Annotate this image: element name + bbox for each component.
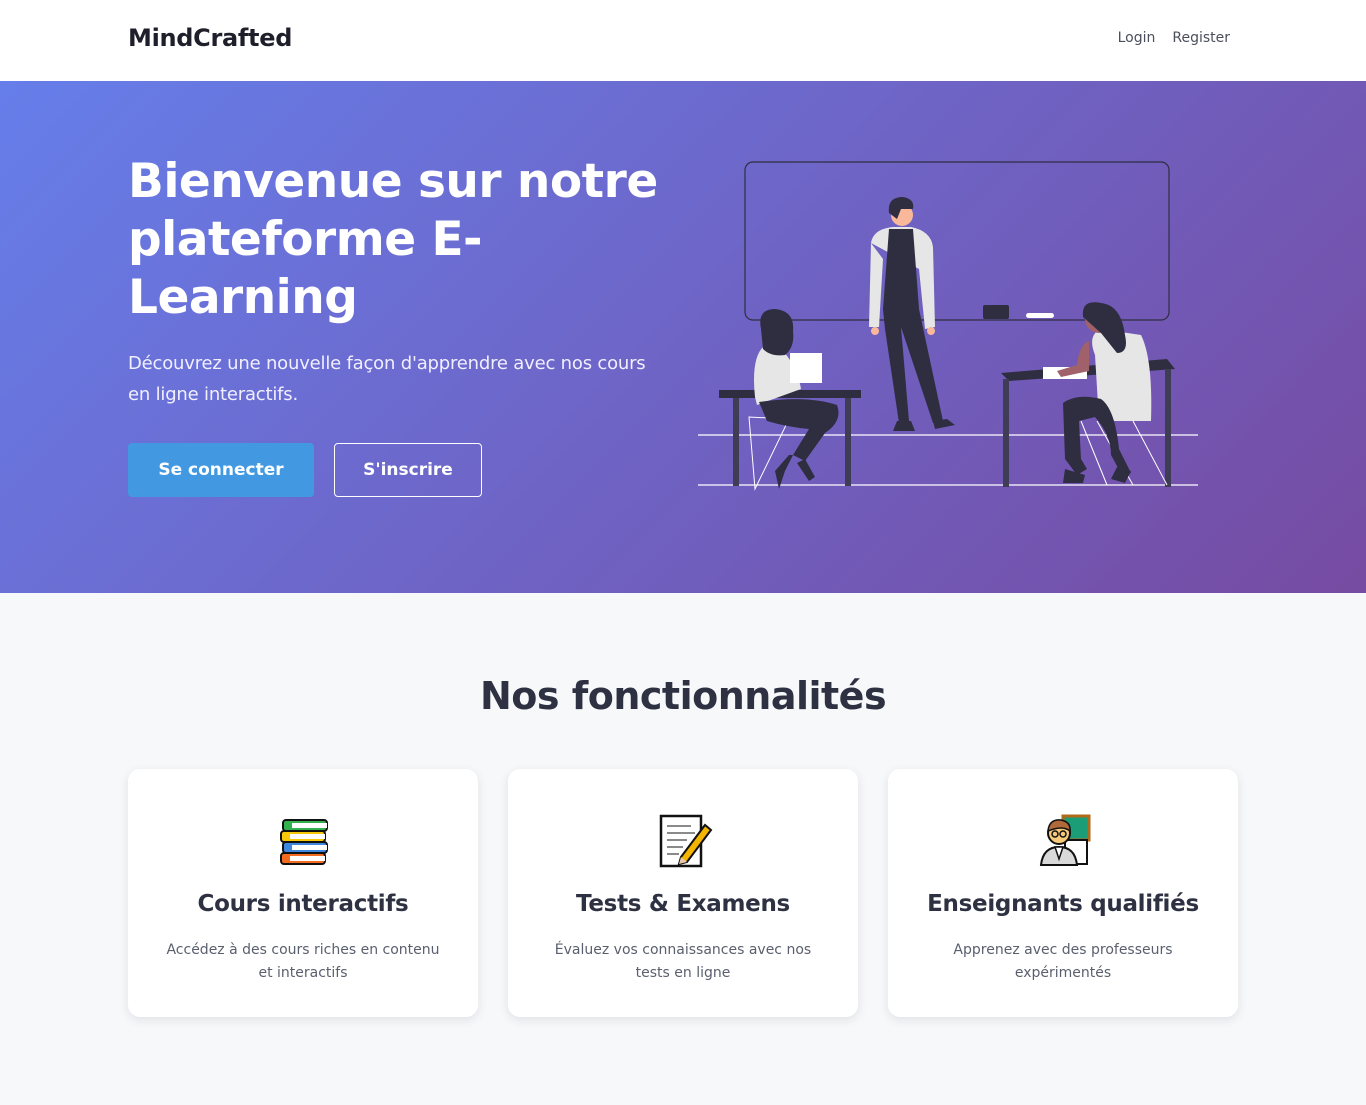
- feature-text-tests: Évaluez vos connaissances avec nos tests…: [554, 942, 812, 981]
- teacher-icon: [1039, 814, 1091, 866]
- feature-title-teachers: Enseignants qualifiés: [927, 891, 1199, 917]
- books-icon: [280, 819, 328, 865]
- feature-text-courses: Accédez à des cours riches en contenu et…: [166, 942, 440, 981]
- brand-logo[interactable]: MindCrafted: [128, 24, 292, 52]
- feature-title-courses: Cours interactifs: [197, 891, 409, 917]
- hero-subtitle: Découvrez une nouvelle façon d'apprendre…: [128, 353, 646, 405]
- whiteboard-illustration: [744, 161, 1170, 321]
- classroom-illustration: [698, 161, 1198, 491]
- feature-card-tests: Tests & Examens Évaluez vos connaissance…: [508, 769, 858, 1017]
- register-link[interactable]: Register: [1172, 30, 1230, 46]
- hero-section: Bienvenue sur notre plateforme E-Learnin…: [0, 81, 1366, 593]
- nav-links: Login Register: [1118, 30, 1230, 46]
- student-right-illustration: [1001, 302, 1175, 487]
- navbar: MindCrafted Login Register: [0, 0, 1366, 81]
- teacher-illustration: [869, 197, 955, 431]
- feature-title-tests: Tests & Examens: [576, 891, 790, 917]
- login-link[interactable]: Login: [1118, 30, 1156, 46]
- feature-card-teachers: Enseignants qualifiés Apprenez avec des …: [888, 769, 1238, 1017]
- memo-icon: [659, 814, 713, 868]
- hero-title: Bienvenue sur notre plateforme E-Learnin…: [128, 154, 658, 325]
- student-left-illustration: [719, 309, 861, 491]
- features-title: Nos fonctionnalités: [479, 674, 887, 718]
- register-button[interactable]: S'inscrire: [334, 443, 482, 497]
- login-button[interactable]: Se connecter: [128, 443, 314, 497]
- feature-card-courses: Cours interactifs Accédez à des cours ri…: [128, 769, 478, 1017]
- feature-text-teachers: Apprenez avec des professeurs expériment…: [953, 942, 1173, 981]
